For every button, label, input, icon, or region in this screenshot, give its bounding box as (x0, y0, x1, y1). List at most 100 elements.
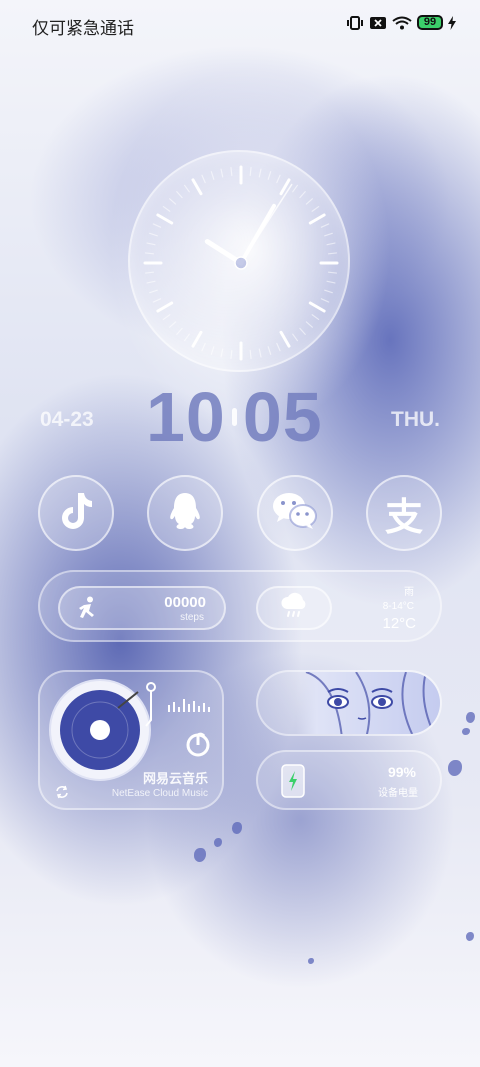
clock-minute-tick (152, 223, 162, 228)
clock-minute-tick (169, 321, 177, 328)
clock-minute-tick (305, 198, 313, 205)
clock-minute-tick (210, 171, 215, 180)
steps-pill[interactable]: 00000 steps (58, 586, 226, 630)
weather-description: 雨 (404, 587, 414, 598)
clock-minute-tick (249, 166, 252, 177)
tiktok-app-button[interactable] (38, 475, 114, 551)
weekday-label: THU. (391, 408, 440, 431)
vinyl-record-icon (48, 678, 152, 787)
netease-music-widget[interactable]: 网易云音乐 NetEase Cloud Music (38, 670, 224, 810)
clock-minute-tick (146, 242, 156, 246)
music-app-subtitle: NetEase Cloud Music (111, 788, 208, 799)
alipay-app-button[interactable]: 支 (365, 475, 442, 551)
clock-minute-tick (267, 346, 272, 355)
date-label: 04-23 (40, 408, 94, 431)
petal (448, 760, 462, 776)
rain-cloud-icon (279, 591, 309, 626)
petal (194, 848, 206, 862)
clock-minute-tick (324, 289, 333, 294)
petal (466, 712, 475, 723)
clock-minute-tick (144, 271, 155, 274)
status-bar: 仅可紧急通话 99 (0, 0, 480, 50)
music-app-name: 网易云音乐 (142, 771, 208, 786)
clock-minute-tick (276, 174, 281, 184)
digital-time[interactable]: 10 05 (146, 382, 323, 452)
weather-pill[interactable] (256, 586, 332, 630)
clock-face (143, 165, 339, 361)
time-minutes: 05 (242, 378, 323, 456)
clock-minute-tick (230, 166, 233, 177)
weather-temperature: 12°C (382, 615, 416, 632)
qq-penguin-icon (168, 491, 202, 536)
steps-label: steps (180, 612, 204, 623)
clock-hour-tick (156, 213, 174, 225)
clock-minute-tick (149, 232, 158, 237)
clock-minute-tick (267, 171, 272, 180)
clock-minute-tick (220, 348, 224, 358)
clock-minute-tick (324, 232, 333, 237)
clock-minute-tick (144, 252, 155, 255)
petal (462, 728, 470, 735)
no-sim-icon (369, 16, 387, 30)
clock-minute-tick (326, 242, 336, 246)
petal (214, 838, 222, 847)
clock-minute-tick (249, 349, 252, 360)
phone-charging-icon (280, 764, 306, 803)
analog-clock-widget[interactable] (128, 150, 350, 372)
clock-minute-tick (327, 252, 338, 255)
running-icon (74, 596, 100, 627)
clock-minute-tick (183, 184, 190, 193)
clock-minute-tick (292, 184, 299, 193)
clock-minute-tick (320, 223, 330, 228)
clock-minute-tick (258, 168, 262, 178)
qq-app-button[interactable] (147, 475, 224, 551)
clock-minute-tick (230, 349, 233, 360)
clock-minute-tick (176, 191, 183, 199)
anime-portrait-image (296, 672, 440, 734)
charging-bolt-icon (448, 15, 456, 30)
battery-percent: 99% (387, 764, 416, 780)
time-hours: 10 (146, 378, 226, 456)
clock-hour-tick (308, 213, 326, 225)
clock-center-pin (234, 256, 248, 270)
refresh-icon[interactable] (54, 784, 70, 805)
status-icons: 99 (346, 15, 456, 30)
clock-minute-tick (169, 198, 177, 205)
clock-minute-tick (149, 289, 158, 294)
wechat-icon (272, 491, 318, 536)
clock-minute-tick (176, 327, 183, 335)
clock-minute-tick (305, 321, 313, 328)
clock-minute-tick (311, 314, 320, 321)
clock-minute-tick (320, 298, 330, 303)
clock-minute-tick (183, 333, 190, 342)
steps-weather-widget[interactable]: 00000 steps 雨 8-14°C 12°C (38, 570, 442, 642)
clock-minute-tick (162, 205, 171, 212)
carrier-status-text: 仅可紧急通话 (32, 19, 134, 38)
clock-minute-tick (210, 346, 215, 355)
tiktok-icon (58, 491, 94, 536)
petal (308, 958, 314, 964)
clock-minute-tick (299, 191, 306, 199)
clock-minute-tick (152, 298, 162, 303)
equalizer-icon (168, 696, 212, 717)
battery-label: 设备电量 (378, 788, 418, 799)
clock-minute-tick (258, 348, 262, 358)
clock-minute-tick (162, 314, 171, 321)
battery-icon: 99 (417, 15, 443, 30)
clock-minute-tick (201, 174, 206, 184)
device-battery-widget[interactable]: 99% 设备电量 (256, 750, 442, 810)
clock-minute-tick (276, 342, 281, 352)
clock-minute-tick (292, 333, 299, 342)
petal (466, 932, 474, 941)
app-row: 支 (38, 475, 442, 551)
photo-widget[interactable] (256, 670, 442, 736)
clock-second-hand (240, 183, 293, 264)
clock-hour-tick (191, 330, 203, 348)
weather-range: 8-14°C (382, 601, 414, 612)
clock-hour-tick (279, 330, 291, 348)
clock-minute-tick (146, 280, 156, 284)
alipay-icon: 支 (384, 494, 423, 539)
clock-minute-tick (220, 168, 224, 178)
petal (232, 822, 242, 834)
wechat-app-button[interactable] (256, 475, 333, 551)
